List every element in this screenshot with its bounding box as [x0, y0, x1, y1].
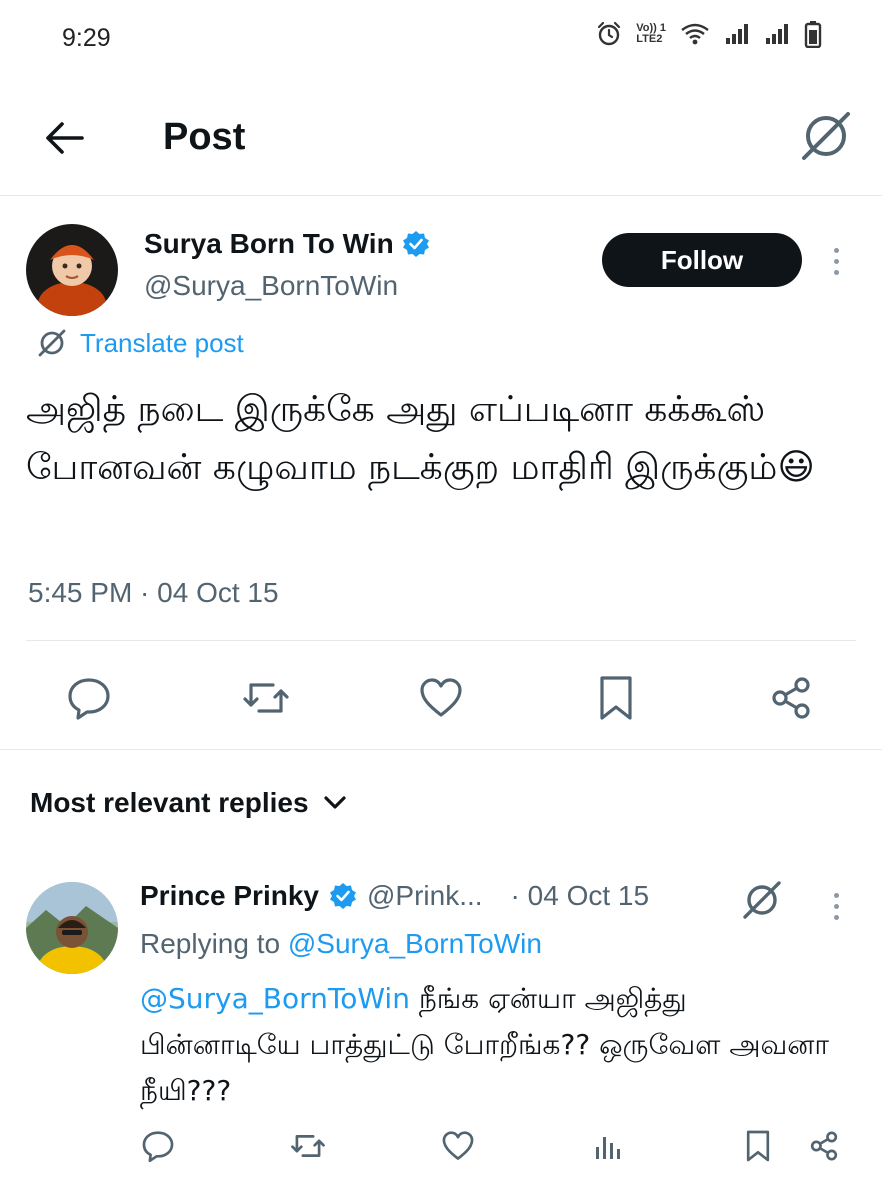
alarm-icon — [598, 21, 621, 46]
translate-button[interactable] — [798, 108, 854, 164]
views-icon — [596, 1137, 620, 1159]
verified-badge-icon — [329, 883, 356, 909]
share-button[interactable] — [764, 671, 818, 725]
translate-post-link[interactable]: Translate post — [80, 328, 244, 359]
volte-icon: Vo)) 1 LTE2 — [636, 23, 666, 45]
chevron-down-icon — [323, 796, 346, 809]
back-arrow-icon — [46, 122, 84, 154]
bookmark-button[interactable] — [736, 1124, 780, 1168]
translate-icon — [743, 881, 781, 919]
reply-header: Prince Prinky @Prink... · 04 Oct 15 — [140, 880, 649, 912]
replies-sort-label: Most relevant replies — [30, 787, 309, 818]
reply-icon — [142, 1131, 174, 1163]
repost-button[interactable] — [286, 1124, 330, 1168]
wifi-icon — [681, 23, 709, 45]
post-action-bar — [62, 671, 822, 725]
app-header: Post — [0, 78, 882, 196]
more-dot — [833, 892, 839, 898]
status-time: 9:29 — [62, 24, 111, 52]
volte-line-2: LTE2 — [636, 33, 663, 45]
more-dot — [833, 258, 839, 264]
like-button[interactable] — [414, 671, 468, 725]
reply-item[interactable]: Prince Prinky @Prink... · 04 Oct 15 Repl… — [0, 866, 882, 1200]
signal-icon — [766, 24, 788, 44]
more-dot — [833, 914, 839, 920]
like-icon — [420, 678, 462, 717]
reply-mention[interactable]: @Surya_BornToWin — [140, 982, 410, 1015]
translate-post[interactable]: Translate post — [36, 327, 244, 359]
reply-icon — [68, 678, 110, 720]
post-timestamp: 5:45 PM · 04 Oct 15 — [28, 577, 279, 608]
author-handle[interactable]: @Surya_BornToWin — [144, 270, 398, 302]
more-options-button[interactable] — [822, 241, 850, 281]
avatar[interactable] — [26, 224, 118, 316]
replies-sort-dropdown[interactable]: Most relevant replies — [30, 787, 347, 819]
verified-badge-icon — [402, 231, 429, 257]
post-text: அஜித் நடை இருக்கே அது எப்படினா கக்கூஸ் ப… — [26, 389, 815, 488]
reply-translate-button[interactable] — [740, 878, 784, 922]
translate-icon — [802, 112, 850, 160]
status-icons: Vo)) 1 LTE2 — [596, 20, 822, 48]
views-button[interactable] — [586, 1124, 630, 1168]
more-dot — [833, 903, 839, 909]
bookmark-button[interactable] — [589, 671, 643, 725]
reply-date: · 04 Oct 15 — [510, 880, 650, 911]
like-button[interactable] — [436, 1124, 480, 1168]
status-bar: 9:29 Vo)) 1 LTE2 — [0, 0, 882, 78]
share-icon — [772, 677, 810, 719]
share-button[interactable] — [802, 1124, 846, 1168]
avatar-image — [26, 882, 118, 974]
more-dot — [833, 269, 839, 275]
reply-text: @Surya_BornToWin நீங்க ஏன்யா அஜித்து பின… — [140, 976, 840, 1114]
main-post: Surya Born To Win @Surya_BornToWin Follo… — [0, 197, 882, 750]
reply-button[interactable] — [136, 1124, 180, 1168]
bookmark-icon — [600, 676, 632, 720]
author-name[interactable]: Surya Born To Win — [144, 228, 430, 260]
bookmark-icon — [746, 1130, 770, 1162]
avatar-image — [26, 224, 118, 316]
translate-icon — [38, 329, 66, 357]
reply-author-name[interactable]: Prince Prinky — [140, 880, 319, 912]
replying-to-prefix: Replying to — [140, 928, 288, 959]
avatar[interactable] — [26, 882, 118, 974]
page-title: Post — [163, 116, 246, 158]
more-dot — [833, 247, 839, 253]
replying-to: Replying to @Surya_BornToWin — [140, 928, 542, 960]
repost-button[interactable] — [239, 671, 293, 725]
follow-button[interactable]: Follow — [602, 233, 802, 287]
like-icon — [442, 1131, 474, 1160]
replying-to-mention[interactable]: @Surya_BornToWin — [288, 928, 542, 959]
reply-author-handle[interactable]: @Prink... — [367, 880, 483, 912]
reply-action-bar — [136, 1124, 856, 1168]
repost-icon — [291, 1135, 325, 1157]
back-button[interactable] — [40, 114, 88, 162]
battery-icon — [804, 21, 822, 48]
repost-icon — [243, 683, 289, 713]
divider — [26, 640, 856, 641]
reply-more-options-button[interactable] — [822, 886, 850, 926]
author-name-text: Surya Born To Win — [144, 228, 394, 259]
share-icon — [810, 1131, 838, 1161]
signal-icon — [726, 24, 748, 44]
reply-button[interactable] — [62, 671, 116, 725]
